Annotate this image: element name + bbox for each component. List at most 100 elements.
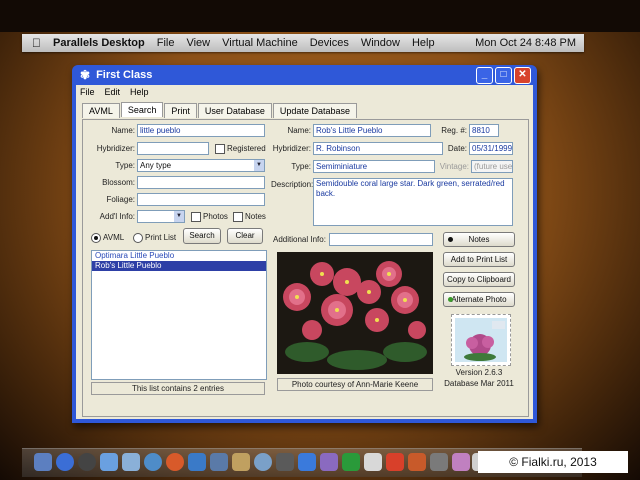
clock-icon[interactable] (78, 453, 96, 471)
menu-window[interactable]: Window (361, 37, 400, 49)
registered-checkbox[interactable] (215, 144, 225, 154)
menu-app-name[interactable]: Parallels Desktop (53, 37, 145, 49)
photos-checkbox[interactable] (191, 212, 201, 222)
search-name-input[interactable]: little pueblo (137, 124, 265, 137)
finder-icon[interactable] (34, 453, 52, 471)
minimize-button[interactable]: _ (476, 67, 493, 84)
alternate-photo-button[interactable]: Alternate Photo (443, 292, 515, 307)
additional-info-label: Additional Info: (273, 235, 326, 244)
menu-view[interactable]: View (186, 37, 210, 49)
violet-photo (277, 252, 433, 374)
detail-hybridizer-field[interactable]: R. Robinson (313, 142, 443, 155)
results-list[interactable]: Optimara Little Pueblo Rob's Little Pueb… (91, 250, 267, 380)
copyright-watermark: © Fialki.ru, 2013 (478, 451, 628, 473)
blossom-input[interactable] (137, 176, 265, 189)
photo-icon[interactable] (232, 453, 250, 471)
firefox-icon[interactable] (166, 453, 184, 471)
app-menu-file[interactable]: File (80, 87, 95, 97)
tab-print[interactable]: Print (164, 103, 197, 118)
preview-icon[interactable] (210, 453, 228, 471)
globe-icon[interactable] (144, 453, 162, 471)
dashboard-icon[interactable] (56, 453, 74, 471)
addl-info-select[interactable]: ▼ (137, 210, 185, 223)
menubar-clock[interactable]: Mon Oct 24 8:48 PM (475, 37, 576, 49)
app-icon[interactable] (320, 453, 338, 471)
avml-radio[interactable] (91, 233, 101, 243)
notes-button[interactable]: Notes (443, 232, 515, 247)
description-label: Description: (271, 180, 314, 189)
system-icon[interactable] (254, 453, 272, 471)
search-hybridizer-input[interactable] (137, 142, 209, 155)
vintage-label: Vintage: (439, 162, 469, 171)
description-field[interactable]: Semidouble coral large star. Dark green,… (313, 178, 513, 226)
notes-button-label: Notes (468, 235, 490, 244)
tab-search[interactable]: Search (120, 102, 164, 117)
date-field[interactable]: 05/31/1999 (469, 142, 513, 155)
tab-avml[interactable]: AVML (82, 103, 120, 118)
copy-to-clipboard-button[interactable]: Copy to Clipboard (443, 272, 515, 287)
add-to-print-list-button[interactable]: Add to Print List (443, 252, 515, 267)
app-icon[interactable] (430, 453, 448, 471)
chevron-down-icon[interactable]: ▼ (254, 160, 264, 171)
detail-type-label: Type: (291, 162, 311, 171)
excel-icon[interactable] (342, 453, 360, 471)
app-icon[interactable] (364, 453, 382, 471)
app-icon[interactable] (408, 453, 426, 471)
photo-caption: Photo courtesy of Ann-Marie Keene (277, 378, 433, 391)
violet-stamp-icon (455, 318, 507, 362)
notes-checkbox[interactable] (233, 212, 243, 222)
type-select[interactable]: Any type ▼ (137, 159, 265, 172)
close-button[interactable]: ✕ (514, 67, 531, 84)
app-menu-edit[interactable]: Edit (105, 87, 121, 97)
blossom-label: Blossom: (102, 178, 135, 187)
search-name-label: Name: (111, 126, 135, 135)
powerpoint-icon[interactable] (386, 453, 404, 471)
search-hybridizer-label: Hybridizer: (96, 144, 135, 153)
stamp-logo-image (451, 314, 511, 366)
print-list-radio-label: Print List (145, 233, 177, 242)
print-list-radio[interactable] (133, 233, 143, 243)
detail-hybridizer-label: Hybridizer: (272, 144, 311, 153)
menu-file[interactable]: File (157, 37, 175, 49)
tab-bar: AVML Search Print User Database Update D… (82, 102, 358, 118)
menu-devices[interactable]: Devices (310, 37, 349, 49)
app-menu-help[interactable]: Help (130, 87, 149, 97)
foliage-input[interactable] (137, 193, 265, 206)
mail-icon[interactable] (122, 453, 140, 471)
search-button[interactable]: Search (183, 228, 221, 244)
window-title: First Class (96, 69, 153, 81)
detail-name-label: Name: (287, 126, 311, 135)
app-icon[interactable] (298, 453, 316, 471)
search-panel: Name: little pueblo Hybridizer: Register… (82, 119, 529, 417)
window-titlebar[interactable]: ✾ First Class _ □ ✕ (72, 65, 537, 85)
list-item-selected[interactable]: Rob's Little Pueblo (92, 261, 266, 271)
first-class-window: ✾ First Class _ □ ✕ File Edit Help AVML … (72, 65, 537, 423)
detail-type-field[interactable]: Semiminiature (313, 160, 435, 173)
green-bullet-icon (448, 297, 453, 302)
menu-help[interactable]: Help (412, 37, 435, 49)
list-item[interactable]: Optimara Little Pueblo (92, 251, 266, 261)
itunes-icon[interactable] (188, 453, 206, 471)
detail-name-field[interactable]: Rob's Little Pueblo (313, 124, 431, 137)
flower-app-icon: ✾ (80, 68, 91, 82)
tool-icon[interactable] (276, 453, 294, 471)
maximize-button[interactable]: □ (495, 67, 512, 84)
chevron-down-icon[interactable]: ▼ (174, 211, 184, 222)
apple-icon[interactable]:  (32, 36, 41, 50)
projector-top-edge (0, 0, 640, 32)
tab-update-database[interactable]: Update Database (272, 103, 357, 118)
safari-icon[interactable] (100, 453, 118, 471)
clear-button[interactable]: Clear (227, 228, 263, 244)
reg-number-field[interactable]: 8810 (469, 124, 499, 137)
app-icon[interactable] (452, 453, 470, 471)
menu-virtual-machine[interactable]: Virtual Machine (222, 37, 298, 49)
bullet-icon (448, 237, 453, 242)
mac-menubar:  Parallels Desktop File View Virtual Ma… (22, 34, 584, 52)
app-menu: File Edit Help (80, 87, 149, 97)
database-version-text: Database Mar 2011 (444, 379, 514, 388)
tab-user-database[interactable]: User Database (197, 103, 272, 118)
search-type-label: Type: (115, 161, 135, 170)
additional-info-field[interactable] (329, 233, 433, 246)
addl-info-label: Add'l Info: (99, 212, 135, 221)
photos-label: Photos (203, 212, 228, 221)
